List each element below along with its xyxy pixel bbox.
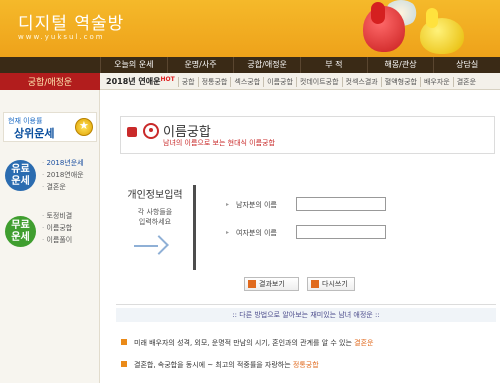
subnav-item[interactable]: 정통궁합: [197, 76, 231, 87]
female-name-row: ▸ 여자분의 이름: [226, 225, 486, 241]
site-url: www.yuksul.com: [18, 33, 105, 41]
subnav-item[interactable]: 결혼운: [452, 76, 479, 87]
female-name-input[interactable]: [296, 225, 386, 239]
subnav-item[interactable]: 컷섹스결과: [341, 76, 381, 87]
note-traditional: 결혼합, 속궁합을 동시에 ~ 최고의 적중률을 자랑하는 정통궁합: [121, 361, 319, 369]
male-name-row: ▸ 남자분의 이름: [226, 197, 486, 213]
left-sidebar: 현재 이용률 상위운세 유료운세 2018년운세 2018연애운 결혼운 무료운…: [0, 90, 100, 383]
other-methods-title: :: 다른 방법으로 알아보는 재미있는 남녀 애정운 ::: [116, 308, 496, 322]
subnav-item[interactable]: 혈액형궁합: [380, 76, 420, 87]
paid-fortune-badge: 유료 운세: [5, 160, 36, 191]
main-content: 이름궁합 남녀의 이름으로 보는 현대식 이름궁합 개인정보입력 각 사항들을 …: [108, 90, 500, 383]
sidebar-item-2018-love[interactable]: 2018연애운: [42, 169, 83, 181]
traditional-compat-link[interactable]: 정통궁합: [293, 361, 319, 369]
sidebar-item-2018-fortune[interactable]: 2018년운세: [42, 157, 83, 169]
target-icon: [143, 123, 159, 139]
medal-icon: [75, 118, 93, 136]
nav-item-dream[interactable]: 해몽/관상: [366, 57, 434, 73]
sub-navigation: 궁합/애정운 2018년 연애운HOT 궁합 정통궁합 섹스궁합 이름궁합 컷데…: [0, 73, 500, 90]
sidebar-item-name-compat[interactable]: 이름궁합: [42, 222, 72, 234]
subnav-item[interactable]: 궁합: [177, 76, 198, 87]
bullet-icon: ▸: [226, 201, 230, 208]
info-instructions: 개인정보입력 각 사항들을 입력하세요: [110, 186, 200, 276]
subnav-item[interactable]: 컷데이트궁합: [295, 76, 342, 87]
nav-item-compat[interactable]: 궁합/애정운: [233, 57, 300, 73]
female-name-label: 여자분의 이름: [236, 229, 277, 237]
nav-item-today[interactable]: 오늘의 운세: [100, 57, 167, 73]
name-form: ▸ 남자분의 이름 ▸ 여자분의 이름: [193, 185, 493, 270]
info-heading: 개인정보입력: [127, 190, 183, 201]
nav-item-talisman[interactable]: 부 적: [300, 57, 367, 73]
marriage-link[interactable]: 결혼운: [354, 339, 373, 347]
subnav-item[interactable]: 섹스궁합: [230, 76, 263, 87]
hot-badge: HOT: [160, 76, 175, 83]
rewrite-button[interactable]: 다시쓰기: [307, 277, 355, 291]
sidebar-item-tojeong[interactable]: 토정비결: [42, 210, 72, 222]
subnav-item-2018-love[interactable]: 2018년 연애운HOT: [103, 76, 178, 87]
note-marriage: 미래 배우자의 성격, 외모, 운명적 만남의 시기, 혼인과의 관계를 알 수…: [120, 339, 374, 347]
red-bird-illustration: [363, 2, 405, 52]
bullet-icon: ▸: [226, 229, 230, 236]
section-label: 궁합/애정운: [0, 73, 100, 90]
subnav-item[interactable]: 배우자운: [419, 76, 453, 87]
free-menu: 토정비결 이름궁합 이름풀이: [42, 210, 72, 246]
nav-item-consult[interactable]: 상담실: [433, 57, 500, 73]
sidebar-item-marriage[interactable]: 결혼운: [42, 181, 84, 193]
subnav-item[interactable]: 이름궁합: [263, 76, 296, 87]
page-subtitle: 남녀의 이름으로 보는 현대식 이름궁합: [163, 139, 275, 147]
rank-banner[interactable]: 현재 이용률 상위운세: [3, 112, 97, 142]
view-result-button[interactable]: 결과보기: [244, 277, 299, 291]
yellow-bird-illustration: [420, 8, 464, 54]
site-logo[interactable]: 디지털 역술방: [18, 9, 124, 34]
info-description: 각 사항들을 입력하세요: [137, 208, 173, 226]
page-title-box: 이름궁합 남녀의 이름으로 보는 현대식 이름궁합: [120, 116, 495, 154]
male-name-input[interactable]: [296, 197, 386, 211]
search-icon: [248, 280, 256, 288]
other-methods-box: :: 다른 방법으로 알아보는 재미있는 남녀 애정운 :: 미래 배우자의 성…: [116, 304, 496, 383]
arrow-right-icon: [134, 235, 169, 256]
top-navigation: 오늘의 운세 운명/사주 궁합/애정운 부 적 해몽/관상 상담실: [0, 57, 500, 73]
pencil-icon: [311, 280, 319, 288]
header-banner: 디지털 역술방 www.yuksul.com: [0, 0, 500, 57]
free-fortune-badge: 무료 운세: [5, 216, 36, 247]
sidebar-item-name-analysis[interactable]: 이름풀이: [42, 234, 72, 246]
male-name-label: 남자분의 이름: [236, 201, 277, 209]
paid-menu: 2018년운세 2018연애운 결혼운: [42, 157, 84, 193]
nav-item-fate[interactable]: 운명/사주: [166, 57, 234, 73]
